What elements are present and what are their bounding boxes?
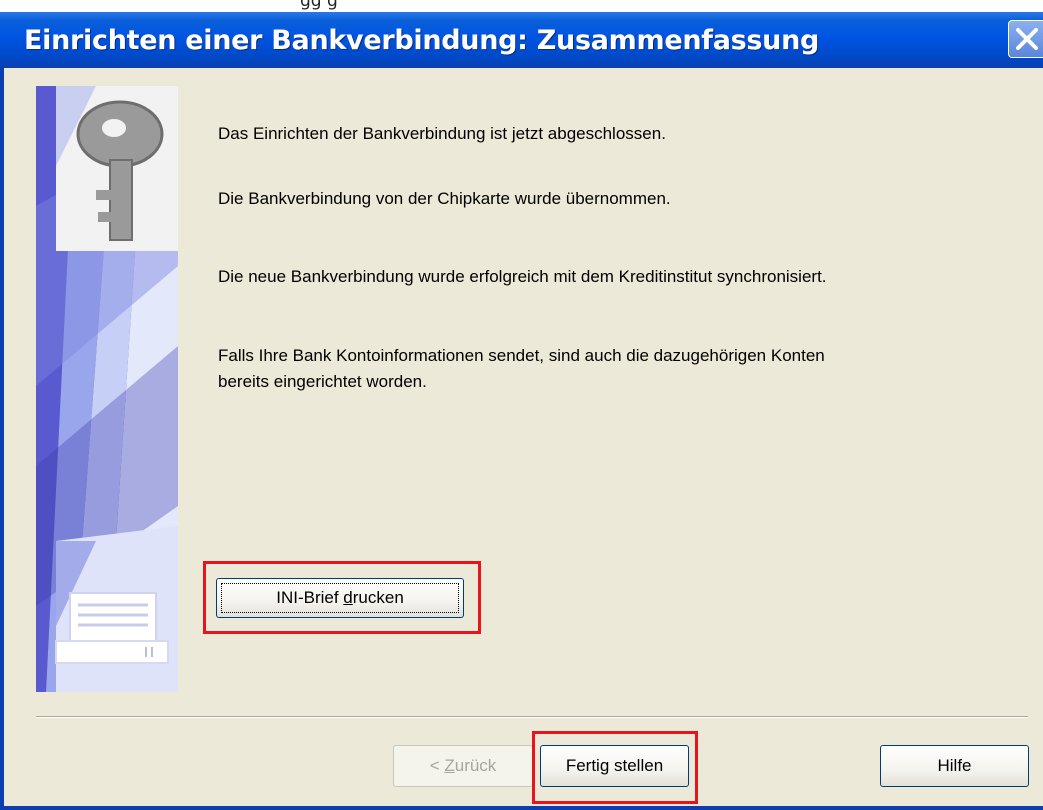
close-button[interactable]: [1008, 20, 1043, 58]
back-button[interactable]: < Zurück: [393, 745, 533, 787]
msg-accounts-line2: bereits eingerichtet worden.: [218, 372, 427, 391]
back-label-mnemonic: Z: [444, 756, 455, 775]
window-frame-bottom: [0, 806, 1043, 810]
window-title: Einrichten einer Bankverbindung: Zusamme…: [24, 25, 820, 56]
background-window-strip: gg g: [0, 0, 1043, 12]
background-partial-text: gg g: [300, 0, 338, 11]
msg-chipcard-imported: Die Bankverbindung von der Chipkarte wur…: [218, 189, 671, 208]
title-bar: Einrichten einer Bankverbindung: Zusamme…: [0, 12, 1043, 68]
button-area-separator: [36, 716, 1028, 718]
back-label-suffix: urück: [454, 756, 497, 775]
focus-rectangle: [221, 583, 459, 613]
msg-synchronized: Die neue Bankverbindung wurde erfolgreic…: [218, 267, 827, 286]
back-label-prefix: <: [429, 756, 445, 775]
msg-setup-complete: Das Einrichten der Bankverbindung ist je…: [218, 124, 666, 143]
finish-button-label: Fertig stellen: [565, 756, 664, 775]
window-frame-left: [0, 68, 4, 810]
msg-accounts-line1: Falls Ihre Bank Kontoinformationen sende…: [218, 346, 825, 365]
close-icon: [1016, 28, 1038, 50]
print-ini-letter-button[interactable]: INI-Brief drucken: [216, 578, 464, 618]
finish-button[interactable]: Fertig stellen: [540, 745, 689, 787]
back-button-label: < Zurück: [430, 756, 497, 776]
card-reader-icon: [55, 592, 169, 664]
key-icon: [76, 100, 164, 241]
help-button[interactable]: Hilfe: [880, 745, 1029, 787]
help-button-label: Hilfe: [937, 756, 972, 775]
wizard-side-graphic: [36, 86, 178, 692]
